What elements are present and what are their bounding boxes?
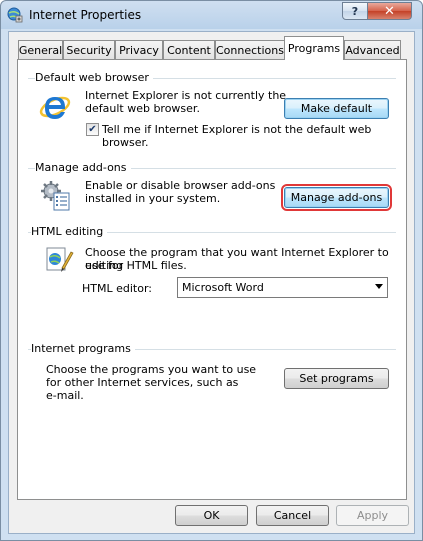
html-editor-selected-value: Microsoft Word — [182, 281, 264, 294]
html-editor-label: HTML editor: — [82, 282, 152, 295]
title-bar[interactable]: Internet Properties ? ✕ — [1, 1, 422, 29]
tab-label: Connections — [216, 43, 284, 57]
tab-general[interactable]: General — [18, 40, 63, 59]
html-editor-dropdown[interactable]: Microsoft Word — [177, 277, 388, 298]
close-button[interactable]: ✕ — [367, 2, 412, 20]
html-editor-icon — [46, 247, 74, 272]
cancel-label: Cancel — [273, 509, 312, 522]
tab-label: Security — [66, 43, 112, 57]
make-default-button[interactable]: Make default — [284, 98, 389, 119]
default-browser-status-line1: Internet Explorer is not currently the — [85, 89, 287, 102]
manage-addons-button[interactable]: Manage add-ons — [281, 184, 392, 211]
addons-desc-line1: Enable or disable browser add-ons — [85, 179, 276, 192]
html-editing-desc-line2: editing HTML files. — [85, 259, 187, 272]
apply-button[interactable]: Apply — [336, 505, 409, 526]
cancel-button[interactable]: Cancel — [256, 505, 329, 526]
programs-tab-panel: Default web browser Internet Explorer is… — [17, 59, 407, 500]
tab-label: Programs — [287, 42, 341, 55]
default-browser-heading: Default web browser — [35, 71, 153, 84]
internet-programs-heading: Internet programs — [31, 342, 135, 355]
apply-label: Apply — [356, 509, 389, 522]
default-browser-checkbox[interactable]: ✔ — [86, 123, 99, 136]
tab-content[interactable]: Content — [163, 40, 215, 59]
internet-options-icon — [7, 7, 23, 23]
tab-label: Privacy — [119, 43, 159, 57]
addons-gear-icon — [41, 181, 70, 211]
close-icon: ✕ — [384, 3, 395, 19]
internet-programs-desc-line3: e-mail. — [46, 389, 84, 402]
html-editing-heading: HTML editing — [31, 225, 108, 238]
internet-explorer-icon — [39, 96, 71, 119]
internet-properties-window: Internet Properties ? ✕ General Security… — [0, 0, 423, 541]
tab-label: Content — [167, 43, 211, 57]
ok-label: OK — [203, 509, 220, 522]
default-browser-status-line2: default web browser. — [85, 102, 200, 115]
manage-addons-label: Manage add-ons — [290, 191, 383, 204]
set-programs-label: Set programs — [299, 372, 374, 385]
addons-desc-line2: installed in your system. — [85, 192, 221, 205]
manage-addons-heading: Manage add-ons — [35, 161, 131, 174]
tab-label: Advanced — [345, 43, 400, 57]
checkmark-icon: ✔ — [88, 123, 97, 135]
tab-connections[interactable]: Connections — [215, 40, 285, 59]
tab-programs[interactable]: Programs — [284, 36, 344, 60]
help-icon: ? — [351, 4, 359, 18]
default-browser-checkbox-label[interactable]: Tell me if Internet Explorer is not the … — [102, 123, 406, 149]
ok-button[interactable]: OK — [175, 505, 248, 526]
internet-programs-desc-line2: for other Internet services, such as — [46, 376, 239, 389]
window-title: Internet Properties — [29, 8, 142, 22]
internet-programs-desc-line1: Choose the programs you want to use — [46, 363, 257, 376]
set-programs-button[interactable]: Set programs — [284, 368, 389, 389]
dialog-client-area: General Security Privacy Content Connect… — [8, 31, 415, 534]
make-default-label: Make default — [300, 102, 373, 115]
tab-advanced[interactable]: Advanced — [344, 40, 401, 59]
dropdown-arrow-icon — [375, 284, 383, 289]
tab-label: General — [18, 43, 63, 57]
help-button[interactable]: ? — [342, 2, 368, 20]
tab-security[interactable]: Security — [63, 40, 115, 59]
tab-privacy[interactable]: Privacy — [115, 40, 163, 59]
